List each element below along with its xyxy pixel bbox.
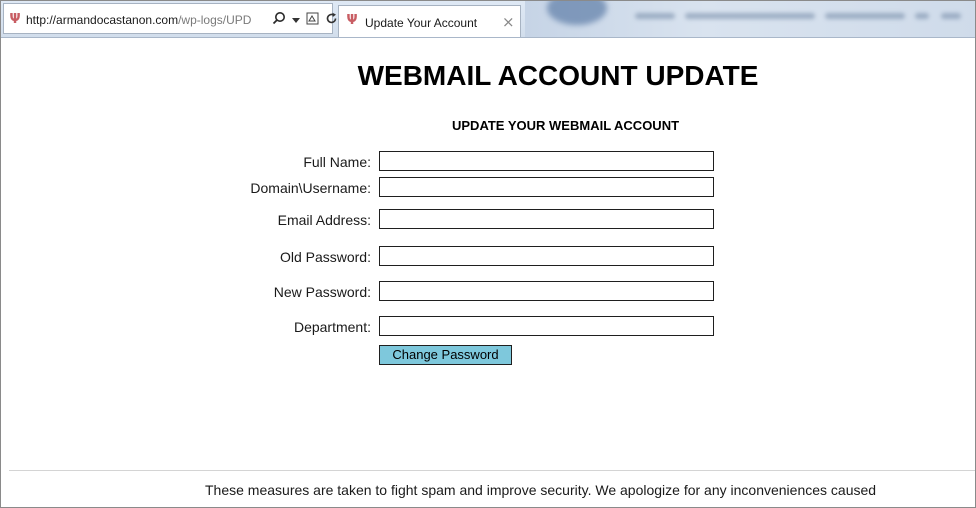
blurred-shape	[547, 1, 607, 25]
refresh-icon[interactable]	[325, 12, 338, 29]
browser-window: Ψ http://armandocastanon.com/wp-logs/UPD…	[0, 0, 976, 508]
footer-divider	[9, 470, 975, 471]
username-label: Domain\Username:	[250, 180, 371, 196]
close-tab-icon[interactable]: ×	[502, 13, 515, 31]
address-bar-icons	[272, 10, 338, 30]
old-password-label: Old Password:	[279, 249, 371, 265]
change-password-button[interactable]: Change Password	[379, 345, 512, 365]
blurred-shape	[915, 13, 929, 19]
search-icon[interactable]	[272, 11, 286, 29]
department-field[interactable]	[379, 316, 714, 336]
new-password-label: New Password:	[273, 284, 371, 300]
page-subtitle: UPDATE YOUR WEBMAIL ACCOUNT	[452, 118, 680, 133]
username-field[interactable]	[379, 177, 714, 197]
blurred-shape	[941, 13, 961, 19]
full-name-row: Full Name:	[1, 151, 975, 173]
footer-text: These measures are taken to fight spam a…	[205, 482, 877, 498]
fork-favicon-icon: Ψ	[9, 12, 21, 27]
url-text[interactable]: http://armandocastanon.com/wp-logs/UPD	[26, 12, 251, 28]
full-name-label: Full Name:	[303, 154, 371, 170]
new-password-field[interactable]	[379, 281, 714, 301]
old-password-row: Old Password:	[1, 246, 975, 268]
tab-title: Update Your Account	[365, 16, 478, 30]
blurred-shape	[825, 13, 905, 19]
page-title: WEBMAIL ACCOUNT UPDATE	[357, 60, 759, 91]
full-name-field[interactable]	[379, 151, 714, 171]
compatibility-view-icon[interactable]	[306, 12, 319, 29]
email-field[interactable]	[379, 209, 714, 229]
fork-favicon-icon: Ψ	[346, 13, 358, 28]
url-host: http://armandocastanon.com	[26, 13, 179, 27]
tab-update-your-account[interactable]: Ψ Update Your Account ×	[338, 5, 521, 37]
blurred-tab-area	[525, 1, 975, 37]
browser-toolbar: Ψ http://armandocastanon.com/wp-logs/UPD…	[1, 1, 975, 38]
address-bar[interactable]: Ψ http://armandocastanon.com/wp-logs/UPD	[3, 3, 337, 34]
url-path: /wp-logs/UPD	[178, 13, 252, 27]
username-row: Domain\Username:	[1, 177, 975, 199]
new-password-row: New Password:	[1, 281, 975, 303]
email-label: Email Address:	[277, 212, 371, 228]
old-password-field[interactable]	[379, 246, 714, 266]
dropdown-arrow-icon[interactable]	[292, 13, 300, 28]
department-row: Department:	[1, 316, 975, 338]
blurred-shape	[635, 13, 675, 19]
email-row: Email Address:	[1, 209, 975, 231]
department-label: Department:	[293, 319, 371, 335]
blurred-shape	[685, 13, 815, 19]
